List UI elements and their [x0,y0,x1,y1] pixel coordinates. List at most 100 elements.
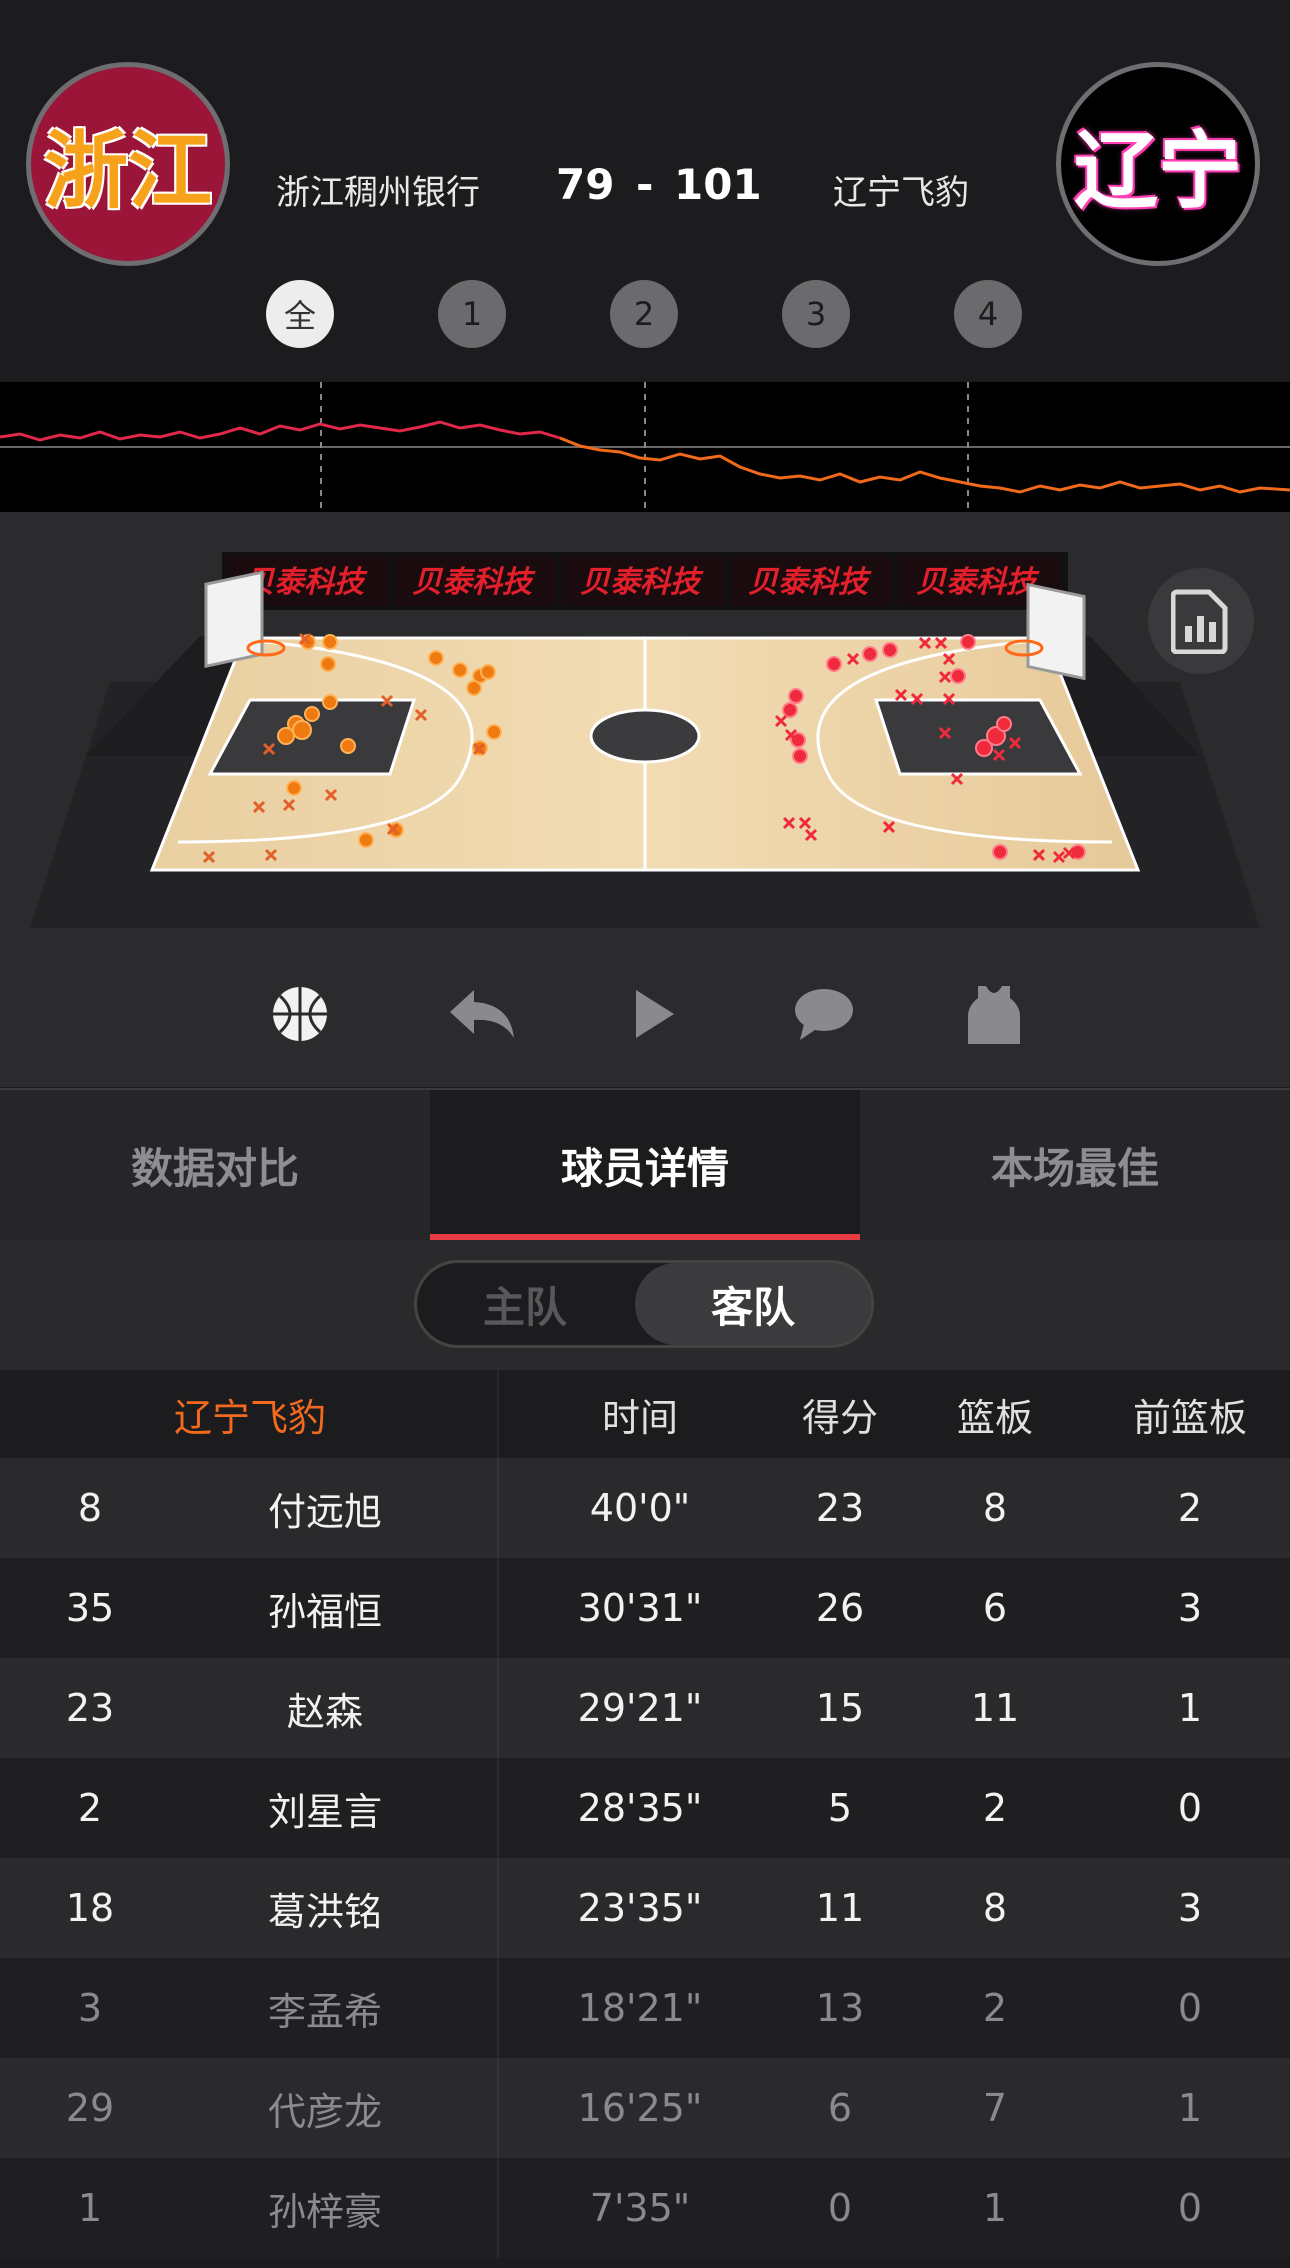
rewind-icon [450,990,514,1038]
player-offensive-rebounds: 1 [1177,2086,1203,2130]
player-name: 刘星言 [267,1789,382,1834]
player-name: 葛洪铭 [267,1889,382,1934]
player-number: 8 [77,1486,103,1530]
player-name: 付远旭 [267,1489,382,1534]
player-rebounds: 8 [982,1886,1008,1930]
player-offensive-rebounds: 1 [1177,1686,1203,1730]
score-momentum-chart [0,382,1290,512]
tab-player-details[interactable]: 球员详情 [430,1090,860,1240]
momentum-svg [0,382,1290,512]
column-divider [497,1658,499,1758]
rebounds-column-header[interactable]: 篮板 [935,1370,1055,1458]
table-header-row: 辽宁飞豹 时间 得分 篮板 前篮板 [0,1370,1290,1458]
table-row[interactable]: 35 孙福恒 30'31" 26 6 3 [0,1558,1290,1658]
player-points: 26 [815,1586,865,1630]
player-minutes: 23'35" [577,1886,703,1930]
player-points: 11 [815,1886,865,1930]
player-minutes: 18'21" [577,1986,703,2030]
court-svg: 贝泰科技 贝泰科技 贝泰科技 贝泰科技 贝泰科技 [30,552,1260,928]
table-row[interactable]: 18 葛洪铭 23'35" 11 8 3 [0,1858,1290,1958]
player-number: 29 [65,2086,115,2130]
basketball-button[interactable] [262,976,338,1052]
player-rebounds: 6 [982,1586,1008,1630]
player-offensive-rebounds: 2 [1177,1486,1203,1530]
player-minutes: 29'21" [577,1686,703,1730]
play-button[interactable] [616,976,692,1052]
player-minutes: 30'31" [577,1586,703,1630]
player-minutes: 7'35" [589,2186,691,2230]
home-score: 79 [556,160,615,209]
player-points: 5 [827,1786,853,1830]
column-divider [497,1458,499,1558]
quarter-1-button[interactable]: 1 [438,280,506,348]
detail-tabs: 数据对比 球员详情 本场最佳 [0,1088,1290,1240]
bar-chart-document-icon [1171,589,1228,654]
away-team-logo[interactable]: 辽宁 [1056,62,1260,266]
quarter-all-button[interactable]: 全 [266,280,334,348]
player-rebounds: 1 [982,2186,1008,2230]
home-team-logo[interactable]: 浙江 [26,62,230,266]
player-points: 6 [827,2086,853,2130]
table-row[interactable]: 8 付远旭 40'0" 23 8 2 [0,1458,1290,1558]
basketball-icon [273,987,327,1041]
player-offensive-rebounds: 3 [1177,1586,1203,1630]
away-score: 101 [674,160,762,209]
player-number: 18 [65,1886,115,1930]
quarter-3-button[interactable]: 3 [782,280,850,348]
player-number: 2 [77,1786,103,1830]
table-row[interactable]: 2 刘星言 28'35" 5 2 0 [0,1758,1290,1858]
player-points: 13 [815,1986,865,2030]
player-number: 23 [65,1686,115,1730]
right-backboard [1026,582,1086,681]
home-team-toggle[interactable]: 主队 [417,1263,633,1345]
sponsor-board-text: 贝泰科技 [580,565,704,600]
player-name: 李孟希 [267,1989,382,2034]
column-divider [497,1958,499,2058]
player-number: 1 [77,2186,103,2230]
rewind-button[interactable] [444,976,520,1052]
home-momentum-line [0,420,561,442]
player-rebounds: 7 [982,2086,1008,2130]
offensive-rebounds-column-header[interactable]: 前篮板 [1130,1370,1250,1458]
tab-best-of-game[interactable]: 本场最佳 [860,1090,1290,1240]
game-header: 浙江 浙江稠州银行 79 - 101 辽宁飞豹 辽宁 全 1 2 3 4 [0,0,1290,382]
away-team-name: 辽宁飞豹 [833,173,969,213]
jersey-button[interactable] [956,976,1032,1052]
player-rebounds: 2 [982,1786,1008,1830]
sponsor-board-text: 贝泰科技 [916,565,1040,600]
player-offensive-rebounds: 0 [1177,1986,1203,2030]
points-column-header[interactable]: 得分 [780,1370,900,1458]
player-name: 代彦龙 [267,2089,382,2134]
sponsor-board-text: 贝泰科技 [412,565,536,600]
column-divider [497,2058,499,2158]
player-number: 3 [77,1986,103,2030]
stats-report-button[interactable] [1148,568,1254,674]
sponsor-board-text: 贝泰科技 [748,565,872,600]
comment-icon [795,989,853,1040]
score-separator: - [636,160,654,209]
column-divider [497,1858,499,1958]
table-row[interactable]: 3 李孟希 18'21" 13 2 0 [0,1958,1290,2058]
column-divider [497,1370,499,1458]
player-points: 15 [815,1686,865,1730]
tab-data-compare[interactable]: 数据对比 [0,1090,430,1240]
player-name: 孙福恒 [267,1589,382,1634]
time-column-header[interactable]: 时间 [540,1370,740,1458]
table-row[interactable]: 23 赵森 29'21" 15 11 1 [0,1658,1290,1758]
quarter-2-button[interactable]: 2 [610,280,678,348]
player-minutes: 28'35" [577,1786,703,1830]
player-rebounds: 8 [982,1486,1008,1530]
player-points: 23 [815,1486,865,1530]
playback-toolbar [0,940,1290,1088]
player-name: 赵森 [286,1689,363,1734]
player-rebounds: 11 [970,1686,1020,1730]
player-offensive-rebounds: 0 [1177,1786,1203,1830]
table-row[interactable]: 29 代彦龙 16'25" 6 7 1 [0,2058,1290,2158]
player-number: 35 [65,1586,115,1630]
player-points: 0 [827,2186,853,2230]
away-team-toggle[interactable]: 客队 [635,1263,871,1345]
quarter-4-button[interactable]: 4 [954,280,1022,348]
table-row[interactable]: 1 孙梓豪 7'35" 0 1 0 [0,2158,1290,2258]
comment-button[interactable] [786,976,862,1052]
home-team-name: 浙江稠州银行 [276,173,480,213]
